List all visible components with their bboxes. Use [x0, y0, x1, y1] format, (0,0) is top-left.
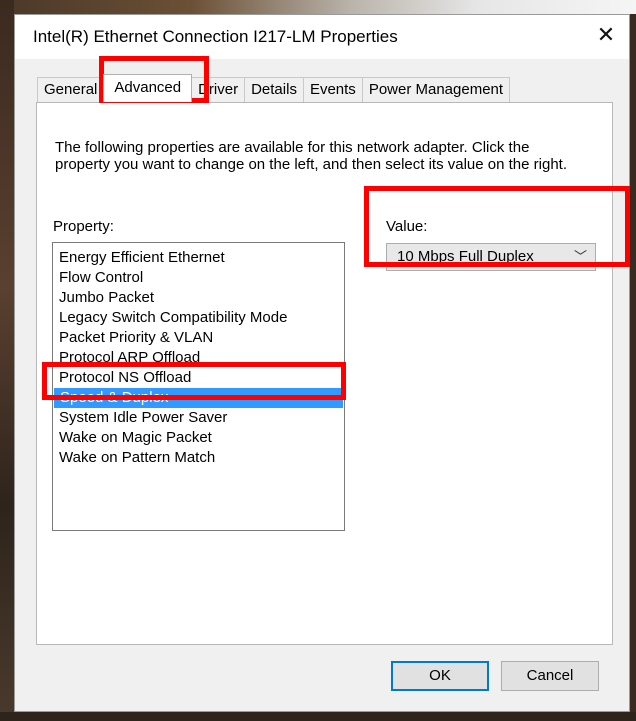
desktop-background-left [0, 0, 14, 721]
property-item-system-idle-power-saver[interactable]: System Idle Power Saver [53, 408, 344, 428]
ok-button[interactable]: OK [391, 661, 489, 691]
cancel-button[interactable]: Cancel [501, 661, 599, 691]
property-item-protocol-ns-offload[interactable]: Protocol NS Offload [53, 368, 344, 388]
property-item-legacy-switch-compatibility-mode[interactable]: Legacy Switch Compatibility Mode [53, 308, 344, 328]
tab-advanced[interactable]: Advanced [103, 74, 193, 102]
chevron-down-icon: ﹀ [573, 249, 587, 264]
property-item-wake-on-magic-packet[interactable]: Wake on Magic Packet [53, 428, 344, 448]
property-item-energy-efficient-ethernet[interactable]: Energy Efficient Ethernet [53, 248, 344, 268]
property-item-jumbo-packet[interactable]: Jumbo Packet [53, 288, 344, 308]
property-item-packet-priority-vlan[interactable]: Packet Priority & VLAN [53, 328, 344, 348]
description-text: The following properties are available f… [55, 139, 567, 173]
window-title: Intel(R) Ethernet Connection I217-LM Pro… [33, 27, 398, 46]
desktop-background-bottom [0, 712, 636, 721]
properties-dialog: Intel(R) Ethernet Connection I217-LM Pro… [14, 14, 630, 712]
property-item-flow-control[interactable]: Flow Control [53, 268, 344, 288]
property-item-speed-duplex[interactable]: Speed & Duplex [54, 388, 343, 408]
tab-general[interactable]: General [37, 77, 105, 102]
property-item-protocol-arp-offload[interactable]: Protocol ARP Offload [53, 348, 344, 368]
title-bar: Intel(R) Ethernet Connection I217-LM Pro… [15, 15, 629, 59]
tab-power-management[interactable]: Power Management [361, 77, 511, 102]
advanced-panel: The following properties are available f… [36, 102, 613, 645]
tab-strip: General Advanced Driver Details Events P… [37, 74, 511, 102]
desktop-background-top [0, 0, 636, 14]
tab-driver[interactable]: Driver [191, 77, 246, 102]
tab-details[interactable]: Details [244, 77, 304, 102]
value-label: Value: [386, 218, 428, 235]
property-item-wake-on-pattern-match[interactable]: Wake on Pattern Match [53, 448, 344, 468]
value-dropdown[interactable]: 10 Mbps Full Duplex ﹀ [386, 243, 596, 271]
value-dropdown-selected: 10 Mbps Full Duplex [397, 248, 534, 265]
property-list[interactable]: Energy Efficient Ethernet Flow Control J… [52, 242, 345, 531]
close-icon[interactable]: ✕ [583, 15, 629, 55]
tab-events[interactable]: Events [302, 77, 363, 102]
property-label: Property: [53, 218, 114, 235]
